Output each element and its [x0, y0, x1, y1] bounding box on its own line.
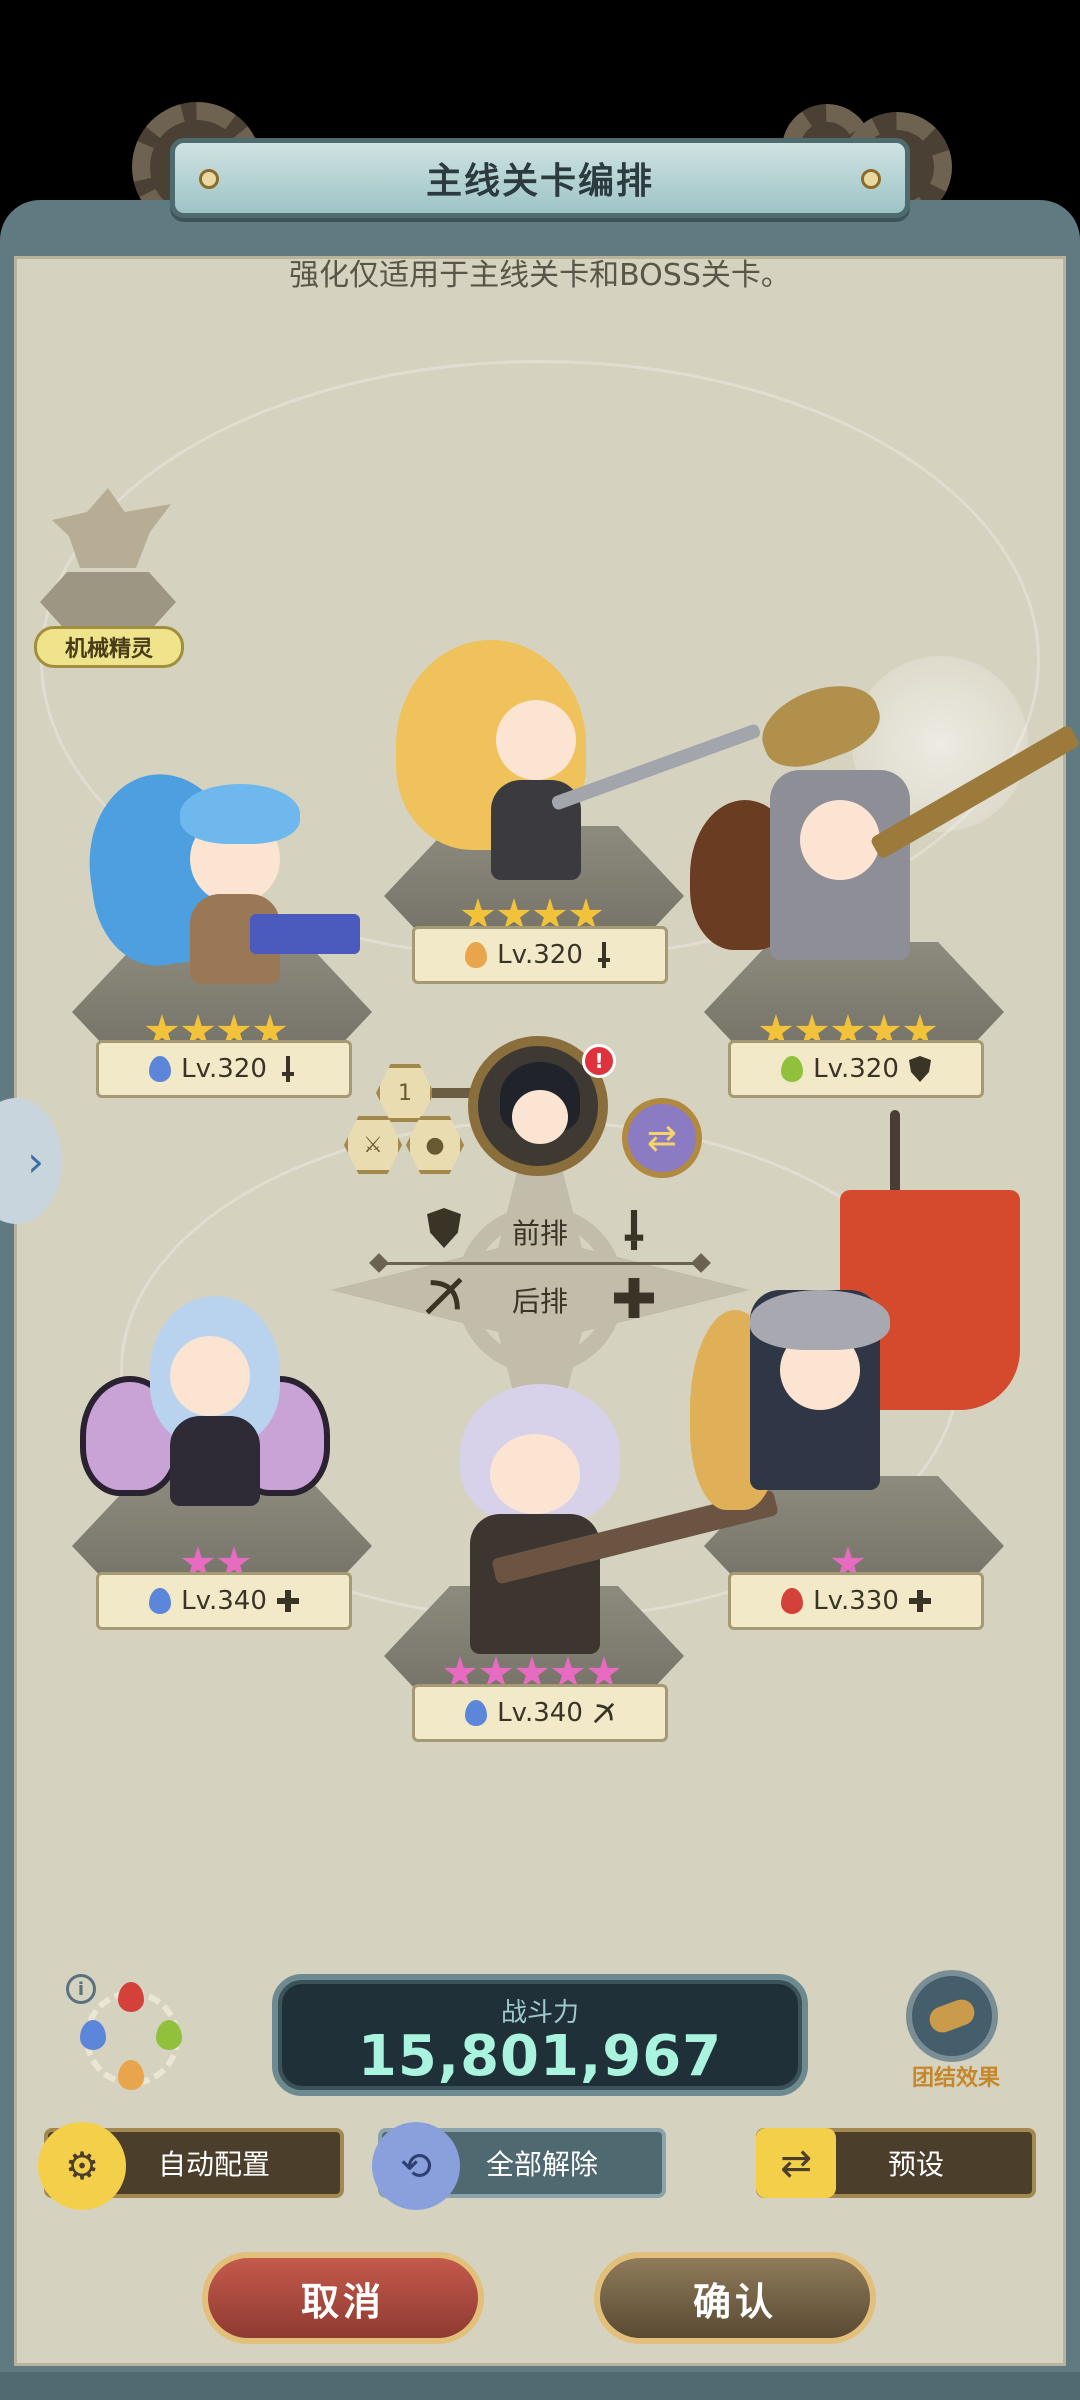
fire-element-icon	[118, 1982, 144, 2012]
swap-arrows-icon: ⇄	[756, 2128, 836, 2198]
unity-effect-label: 团结效果	[911, 2066, 1000, 2091]
panel-bottom-bar	[0, 2372, 1080, 2400]
info-icon[interactable]: i	[66, 1974, 96, 2004]
hero-info-plate: Lv.320	[96, 1040, 352, 1098]
hero-info-plate: Lv.320	[728, 1040, 984, 1098]
hero-level: Lv.330	[813, 1586, 899, 1616]
clear-all-button[interactable]: ⟲ 全部解除	[372, 2122, 666, 2210]
combat-power-panel: 战斗力 15,801,967	[272, 1974, 808, 2096]
page-title: 主线关卡编排	[425, 161, 654, 202]
wind-element-icon	[156, 2020, 182, 2050]
hero-level: Lv.340	[497, 1698, 583, 1728]
water-element-icon	[80, 2020, 106, 2050]
auto-config-button[interactable]: ⚙ 自动配置	[38, 2122, 344, 2210]
water-element-icon	[465, 1700, 488, 1726]
hero-sprite[interactable]	[690, 1110, 1050, 1530]
confirm-button[interactable]: 确认	[594, 2252, 876, 2344]
cancel-button[interactable]: 取消	[202, 2252, 484, 2344]
gear-icon: ⚙	[38, 2122, 126, 2210]
hero-info-plate: Lv.320	[412, 926, 668, 984]
hero-level: Lv.340	[181, 1586, 267, 1616]
hero-sprite[interactable]	[690, 671, 1080, 980]
sword-icon	[597, 942, 610, 968]
unlink-icon: ⟲	[372, 2122, 460, 2210]
sword-icon	[624, 1210, 644, 1250]
auto-config-label: 自动配置	[157, 2148, 270, 2181]
water-element-icon	[149, 1588, 172, 1614]
hero-level: Lv.320	[497, 940, 583, 970]
game-screen: 主线关卡编排 强化仅适用于主线关卡和BOSS关卡。 机械精灵 Lv.320 Lv…	[0, 0, 1080, 2400]
title-banner: 主线关卡编排	[170, 138, 910, 218]
hero-info-plate: Lv.330	[728, 1572, 984, 1630]
hero-sprite[interactable]	[80, 1296, 350, 1526]
rivet-right-icon	[861, 169, 881, 189]
chain-decor	[432, 1088, 472, 1098]
clear-all-label: 全部解除	[485, 2148, 598, 2181]
row-divider	[380, 1262, 700, 1265]
combat-power-value: 15,801,967	[357, 2024, 723, 2089]
hero-sprite[interactable]	[77, 764, 360, 994]
alert-badge: !	[582, 1044, 616, 1078]
sword-icon	[281, 1056, 294, 1082]
shield-icon	[427, 1208, 461, 1248]
hero-info-plate: Lv.340	[412, 1684, 668, 1742]
healer-plus-icon	[614, 1278, 654, 1318]
chevron-right-icon: ›	[27, 1136, 44, 1186]
preset-label: 预设	[887, 2148, 944, 2181]
preset-button[interactable]: ⇄ 预设	[756, 2128, 1036, 2198]
back-row-label: 后排	[512, 1285, 569, 1318]
hero-info-plate: Lv.340	[96, 1572, 352, 1630]
healer-plus-icon	[908, 1590, 931, 1612]
subtitle: 强化仅适用于主线关卡和BOSS关卡。	[289, 258, 791, 293]
water-element-icon	[149, 1056, 172, 1082]
front-row-label: 前排	[512, 1217, 569, 1250]
hero-level: Lv.320	[181, 1054, 267, 1084]
fire-element-icon	[781, 1588, 804, 1614]
handshake-icon	[925, 1995, 979, 2037]
hero-level: Lv.320	[813, 1054, 899, 1084]
earth-element-icon	[465, 942, 488, 968]
mech-spirit-platform	[40, 572, 176, 632]
rivet-left-icon	[199, 169, 219, 189]
swap-leader-button[interactable]: ⇄	[622, 1098, 702, 1178]
mech-spirit-label: 机械精灵	[34, 626, 184, 668]
unity-effect-button[interactable]	[906, 1970, 998, 2062]
wind-element-icon	[781, 1056, 804, 1082]
shield-icon	[908, 1056, 931, 1082]
bow-icon	[425, 1277, 463, 1315]
bow-icon	[593, 1702, 615, 1724]
earth-element-icon	[118, 2060, 144, 2090]
healer-plus-icon	[276, 1590, 299, 1612]
